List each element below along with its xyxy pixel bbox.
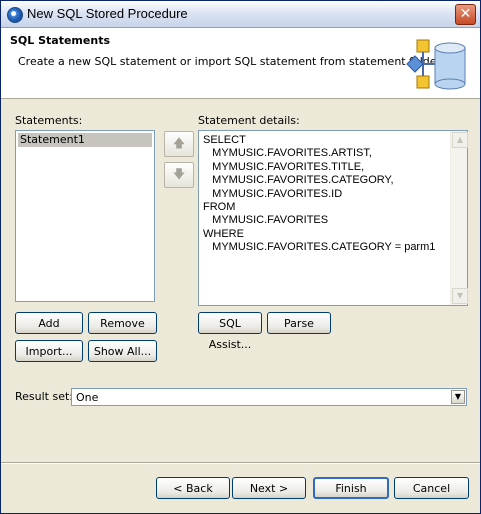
statements-label: Statements:: [15, 114, 83, 127]
scroll-down-icon[interactable]: ▼: [452, 288, 468, 304]
wizard-banner: SQL Statements Create a new SQL statemen…: [1, 28, 480, 99]
dialog-window: New SQL Stored Procedure ✕ SQL Statement…: [0, 0, 481, 514]
add-button[interactable]: Add: [15, 312, 83, 334]
chevron-down-icon[interactable]: ▼: [451, 390, 465, 404]
result-set-label: Result set:: [15, 390, 74, 403]
statement-details-textarea[interactable]: SELECT MYMUSIC.FAVORITES.ARTIST, MYMUSIC…: [198, 130, 468, 306]
result-set-select[interactable]: One ▼: [71, 388, 467, 406]
page-heading: SQL Statements: [10, 34, 110, 47]
statements-list[interactable]: Statement1: [15, 130, 155, 302]
result-set-value: One: [76, 391, 99, 404]
page-description: Create a new SQL statement or import SQL…: [18, 55, 444, 68]
arrow-down-icon: 🡇: [172, 167, 186, 181]
finish-button[interactable]: Finish: [313, 477, 389, 499]
button-bar-divider: [1, 462, 480, 464]
next-button[interactable]: Next >: [232, 477, 306, 499]
cancel-button[interactable]: Cancel: [394, 477, 469, 499]
title-bar[interactable]: New SQL Stored Procedure ✕: [1, 1, 480, 28]
database-wizard-icon: [406, 39, 466, 90]
close-button[interactable]: ✕: [455, 4, 476, 25]
move-down-button[interactable]: 🡇: [164, 162, 194, 188]
vertical-scrollbar[interactable]: ▲ ▼: [450, 131, 468, 305]
back-button[interactable]: < Back: [156, 477, 230, 499]
move-up-button[interactable]: 🡅: [164, 131, 194, 157]
window-title: New SQL Stored Procedure: [27, 6, 188, 21]
scroll-up-icon[interactable]: ▲: [452, 132, 468, 148]
list-item[interactable]: Statement1: [18, 133, 152, 147]
sql-text[interactable]: SELECT MYMUSIC.FAVORITES.ARTIST, MYMUSIC…: [203, 134, 449, 255]
parse-button[interactable]: Parse: [267, 312, 331, 334]
sql-assist-button[interactable]: SQL Assist...: [198, 312, 262, 351]
remove-button[interactable]: Remove: [88, 312, 157, 334]
app-icon: [7, 7, 23, 23]
show-all-button[interactable]: Show All...: [88, 340, 157, 362]
details-label: Statement details:: [198, 114, 300, 127]
arrow-up-icon: 🡅: [172, 136, 186, 150]
close-icon: ✕: [459, 6, 472, 22]
import-button[interactable]: Import...: [15, 340, 83, 362]
